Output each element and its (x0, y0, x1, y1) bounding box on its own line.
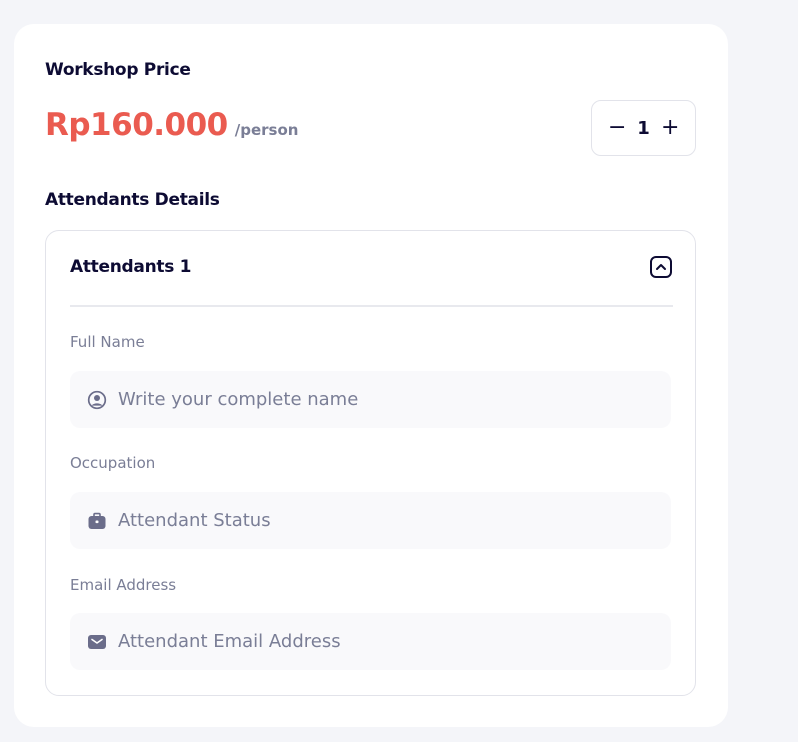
workshop-price-title: Workshop Price (45, 60, 191, 80)
decrement-button[interactable]: − (608, 117, 626, 139)
email-label: Email Address (70, 576, 177, 594)
attendant-card-header: Attendants 1 (70, 255, 673, 279)
header-divider (70, 305, 673, 307)
quantity-value: 1 (637, 117, 650, 139)
mail-icon (87, 632, 107, 652)
full-name-label: Full Name (70, 333, 145, 351)
chevron-up-icon[interactable] (649, 255, 673, 279)
occupation-input[interactable] (118, 510, 658, 531)
attendants-details-title: Attendants Details (45, 190, 220, 210)
workshop-booking-card: Workshop Price Rp160.000 /person − 1 + A… (14, 24, 728, 727)
user-circle-icon (87, 390, 107, 410)
attendant-card: Attendants 1 Full Name Occupation (45, 230, 696, 696)
workshop-price: Rp160.000 (45, 107, 228, 143)
full-name-field[interactable] (70, 371, 671, 428)
briefcase-icon (87, 511, 107, 531)
increment-button[interactable]: + (661, 117, 679, 139)
occupation-field[interactable] (70, 492, 671, 549)
email-field[interactable] (70, 613, 671, 670)
quantity-stepper: − 1 + (591, 100, 696, 156)
price-unit: /person (234, 121, 299, 139)
email-input[interactable] (118, 631, 658, 652)
occupation-label: Occupation (70, 454, 156, 472)
price-row: Rp160.000 /person (45, 107, 298, 143)
full-name-input[interactable] (118, 389, 658, 410)
attendant-title: Attendants 1 (70, 257, 192, 277)
